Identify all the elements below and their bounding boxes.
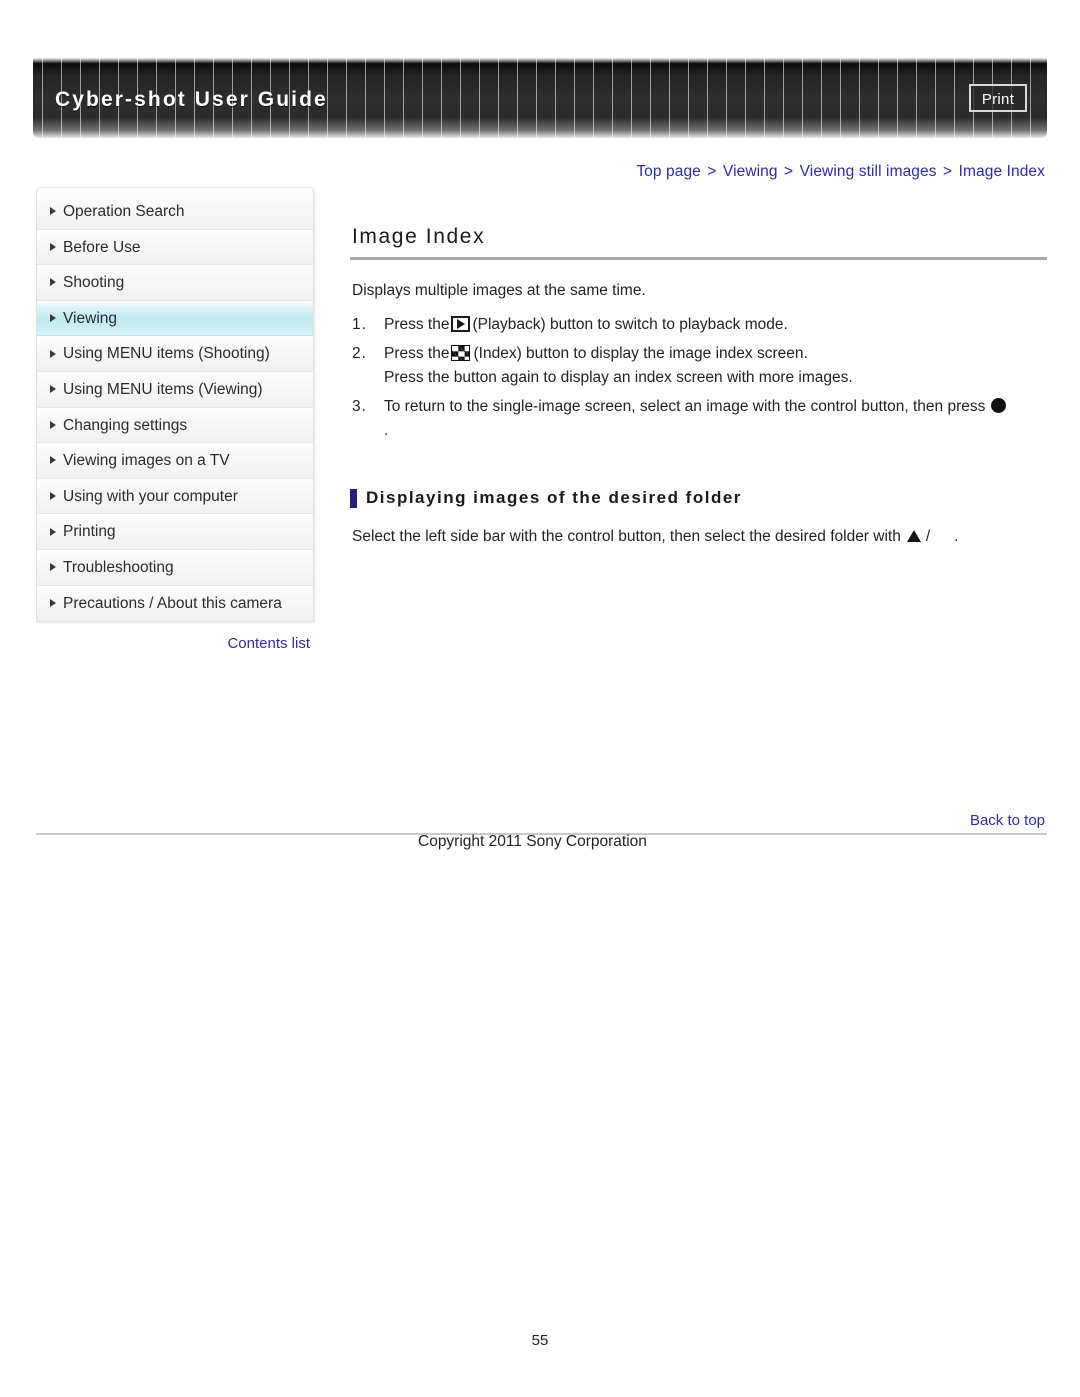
sidebar-item-label: Using MENU items (Viewing) [63, 380, 263, 398]
step-number: 1. [352, 316, 367, 333]
sidebar-item-operation-search[interactable]: Operation Search [37, 194, 313, 230]
sidebar-item-troubleshooting[interactable]: Troubleshooting [37, 549, 313, 586]
sidebar-item-label: Troubleshooting [63, 558, 174, 576]
triangle-bullet-icon [50, 563, 56, 572]
sidebar-item-label: Using with your computer [63, 487, 238, 505]
playback-icon [451, 316, 471, 332]
sidebar-item-changing-settings[interactable]: Changing settings [37, 407, 313, 444]
triangle-bullet-icon [50, 314, 56, 323]
sidebar-item-viewing-images-on-a-tv[interactable]: Viewing images on a TV [37, 443, 313, 479]
step-item-2: 2. Press the (Index) button to display th… [350, 343, 1047, 389]
sidebar-item-before-use[interactable]: Before Use [37, 229, 313, 266]
step-number: 3. [352, 398, 367, 415]
step-number: 2. [352, 345, 367, 362]
triangle-bullet-icon [50, 349, 56, 358]
triangle-bullet-icon [50, 456, 56, 465]
breadcrumb-separator: > [943, 163, 953, 180]
header-banner: Cyber-shot User Guide Print [33, 58, 1047, 138]
back-to-top-link[interactable]: Back to top [970, 812, 1045, 829]
breadcrumb-separator: > [707, 163, 717, 180]
step-text-after: (Index) button to display the image inde… [473, 345, 808, 362]
sidebar-item-using-menu-items-shooting[interactable]: Using MENU items (Shooting) [37, 336, 313, 372]
subsection-text: Select the left side bar with the contro… [352, 528, 1047, 546]
triangle-bullet-icon [50, 527, 56, 536]
triangle-bullet-icon [50, 242, 56, 251]
breadcrumb: Top page > Viewing > Viewing still image… [636, 163, 1045, 181]
sidebar-item-using-menu-items-viewing[interactable]: Using MENU items (Viewing) [37, 371, 313, 408]
accent-bar [350, 489, 357, 508]
sidebar-navigation: Operation Search Before Use Shooting Vie… [36, 187, 314, 623]
slash-separator: / [925, 528, 931, 545]
sidebar-item-using-with-your-computer[interactable]: Using with your computer [37, 478, 313, 515]
breadcrumb-item-top-page[interactable]: Top page [636, 163, 701, 180]
intro-text: Displays multiple images at the same tim… [352, 282, 646, 299]
page-title: Image Index [352, 225, 486, 248]
breadcrumb-item-viewing[interactable]: Viewing [723, 163, 778, 180]
sidebar-item-label: Precautions / About this camera [63, 594, 282, 612]
triangle-bullet-icon [50, 207, 56, 216]
page-number: 55 [531, 1332, 549, 1349]
print-button[interactable]: Print [969, 84, 1027, 112]
triangle-bullet-icon [50, 420, 56, 429]
triangle-bullet-icon [50, 599, 56, 608]
subsection-heading-label: Displaying images of the desired folder [366, 488, 742, 507]
step-subtext: Press the button again to display an ind… [384, 369, 853, 386]
steps-list: 1. Press the (Playback) button to switch … [350, 314, 1047, 442]
step-text-after: (Playback) button to switch to playback … [472, 316, 788, 333]
subsection-text-after: . [954, 528, 959, 545]
sidebar-item-label: Changing settings [63, 416, 188, 434]
sidebar-item-label: Shooting [63, 274, 125, 292]
breadcrumb-item-viewing-still-images[interactable]: Viewing still images [800, 163, 937, 180]
breadcrumb-item-image-index[interactable]: Image Index [959, 163, 1045, 180]
main-content: Image Index Displays multiple images at … [350, 225, 1047, 546]
triangle-bullet-icon [50, 385, 56, 394]
up-triangle-icon [906, 530, 921, 542]
triangle-bullet-icon [50, 492, 56, 501]
sidebar-item-viewing[interactable]: Viewing [37, 300, 313, 337]
step-text-before: Press the [384, 316, 450, 333]
sidebar-item-shooting[interactable]: Shooting [37, 265, 313, 301]
sidebar-item-label: Using MENU items (Shooting) [63, 345, 270, 363]
triangle-bullet-icon [50, 278, 56, 287]
step-item-3: 3. To return to the single-image screen,… [350, 396, 1047, 442]
sidebar-item-label: Operation Search [63, 203, 185, 220]
step-text-after: . [384, 422, 389, 439]
sidebar-item-label: Printing [63, 523, 116, 541]
subsection-heading: Displaying images of the desired folder [350, 488, 1047, 508]
breadcrumb-separator: > [784, 163, 794, 180]
app-title: Cyber-shot User Guide [55, 88, 328, 111]
step-item-1: 1. Press the (Playback) button to switch … [350, 314, 1047, 336]
sidebar-item-printing[interactable]: Printing [37, 514, 313, 550]
step-text-before: To return to the single-image screen, se… [384, 398, 986, 415]
contents-list-link[interactable]: Contents list [36, 635, 314, 652]
center-button-icon [991, 398, 1007, 413]
step-text-before: Press the [384, 345, 450, 362]
sidebar-item-label: Viewing images on a TV [63, 452, 230, 470]
sidebar-item-precautions-about-this-camera[interactable]: Precautions / About this camera [37, 585, 313, 622]
sidebar-item-label: Viewing [63, 309, 118, 327]
copyright-text: Copyright 2011 Sony Corporation [418, 833, 647, 850]
title-divider [350, 257, 1047, 260]
subsection-text-before: Select the left side bar with the contro… [352, 528, 901, 545]
index-icon [451, 345, 471, 361]
sidebar-item-label: Before Use [63, 238, 141, 256]
